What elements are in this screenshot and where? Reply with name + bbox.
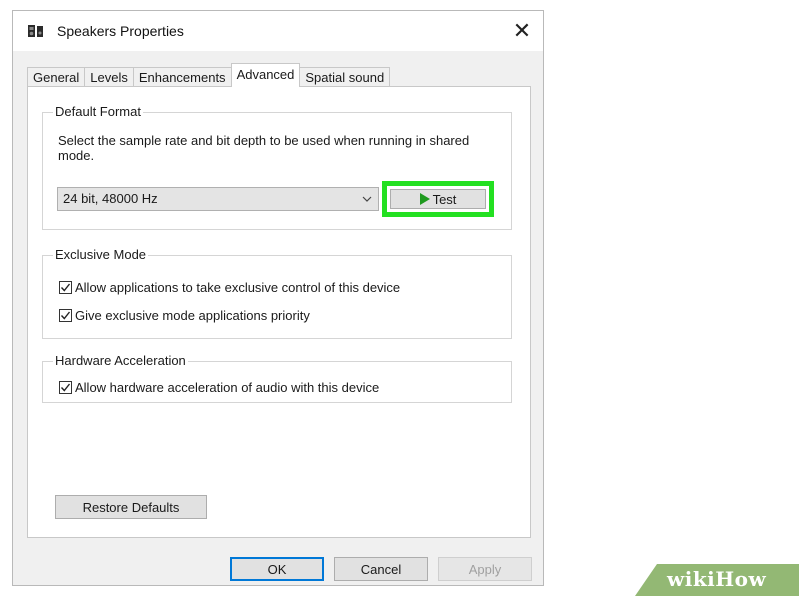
exclusive-control-option[interactable]: Allow applications to take exclusive con… <box>59 280 400 295</box>
speakers-properties-dialog: Speakers Properties ✕ General Levels Enh… <box>12 10 544 586</box>
cancel-button[interactable]: Cancel <box>334 557 428 581</box>
default-format-group: Default Format Select the sample rate an… <box>42 104 512 230</box>
exclusive-control-checkbox[interactable] <box>59 281 72 294</box>
wikihow-watermark: wikiHow <box>635 564 799 596</box>
watermark-wiki: wiki <box>667 567 716 591</box>
exclusive-priority-label: Give exclusive mode applications priorit… <box>75 308 310 323</box>
exclusive-priority-checkbox[interactable] <box>59 309 72 322</box>
chevron-down-icon <box>362 188 372 218</box>
restore-defaults-button[interactable]: Restore Defaults <box>55 495 207 519</box>
cancel-button-label: Cancel <box>360 561 402 577</box>
exclusive-control-label: Allow applications to take exclusive con… <box>75 280 401 295</box>
speaker-icon <box>27 21 47 41</box>
test-button-highlight: Test <box>382 181 494 217</box>
tab-enhancements[interactable]: Enhancements <box>132 67 232 87</box>
hardware-acceleration-checkbox[interactable] <box>59 381 72 394</box>
default-format-label: Default Format <box>53 104 143 119</box>
sample-rate-select[interactable]: 24 bit, 48000 Hz <box>57 187 379 211</box>
ok-button[interactable]: OK <box>230 557 324 581</box>
window-title: Speakers Properties <box>57 23 184 39</box>
title-bar: Speakers Properties ✕ <box>13 11 543 51</box>
exclusive-priority-option[interactable]: Give exclusive mode applications priorit… <box>59 308 310 323</box>
ok-button-label: OK <box>267 561 287 577</box>
exclusive-mode-label: Exclusive Mode <box>53 247 149 262</box>
test-button[interactable]: Test <box>390 189 486 209</box>
watermark-text: wikiHow <box>667 567 766 591</box>
checkmark-icon <box>60 311 71 320</box>
tab-strip: General Levels Enhancements Advanced Spa… <box>27 63 391 87</box>
restore-defaults-label: Restore Defaults <box>82 499 180 515</box>
hardware-acceleration-option[interactable]: Allow hardware acceleration of audio wit… <box>59 380 379 395</box>
default-format-description: Select the sample rate and bit depth to … <box>58 133 470 163</box>
exclusive-mode-group: Exclusive Mode Allow applications to tak… <box>42 247 512 339</box>
sample-rate-selected-value: 24 bit, 48000 Hz <box>63 191 158 206</box>
close-button[interactable]: ✕ <box>507 16 537 46</box>
tab-general[interactable]: General <box>27 67 86 87</box>
close-icon: ✕ <box>512 18 532 43</box>
checkmark-icon <box>60 383 71 392</box>
checkmark-icon <box>60 283 71 292</box>
advanced-tab-panel: Default Format Select the sample rate an… <box>27 86 531 538</box>
tab-advanced[interactable]: Advanced <box>230 63 301 87</box>
apply-button[interactable]: Apply <box>438 557 532 581</box>
tab-spatial-sound[interactable]: Spatial sound <box>299 67 391 87</box>
play-icon <box>419 193 430 205</box>
apply-button-label: Apply <box>468 561 502 577</box>
hardware-acceleration-group: Hardware Acceleration Allow hardware acc… <box>42 353 512 403</box>
watermark-how: How <box>715 567 767 591</box>
hardware-acceleration-label: Hardware Acceleration <box>53 353 188 368</box>
test-button-label: Test <box>432 191 457 207</box>
screenshot-stage: Speakers Properties ✕ General Levels Enh… <box>0 0 799 598</box>
tab-levels[interactable]: Levels <box>84 67 134 87</box>
hardware-acceleration-option-label: Allow hardware acceleration of audio wit… <box>75 380 380 395</box>
